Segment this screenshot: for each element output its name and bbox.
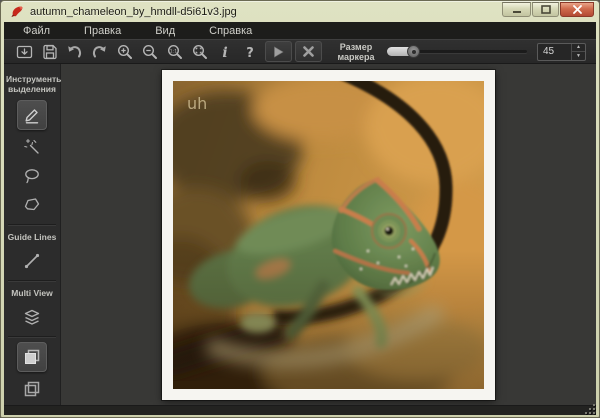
maximize-button[interactable] — [532, 2, 559, 17]
tool-line[interactable] — [19, 248, 45, 273]
marker-size-label: Размер маркера — [331, 42, 381, 62]
save-button[interactable] — [37, 40, 62, 63]
tool-sidebar: Инструменты выделения — [4, 64, 61, 405]
menu-bar: Файл Правка Вид Справка — [4, 22, 596, 39]
section-title-selection-tools: Инструменты выделения — [6, 74, 58, 94]
zoom-actual-size-icon: 1:1 — [167, 44, 183, 60]
app-icon[interactable] — [10, 4, 25, 19]
spin-up-button[interactable]: ▲ — [572, 44, 585, 53]
toolbar: 1:1 i ? Раз — [4, 39, 596, 64]
info-button[interactable]: i — [212, 40, 237, 63]
pencil-icon — [23, 106, 41, 124]
tool-lasso[interactable] — [19, 163, 45, 188]
tool-duplicate-view[interactable] — [17, 342, 47, 372]
redo-icon — [91, 44, 108, 59]
status-strip — [4, 405, 596, 415]
help-button[interactable]: ? — [237, 40, 262, 63]
zoom-in-button[interactable] — [112, 40, 137, 63]
help-icon: ? — [244, 44, 256, 60]
photo-watermark: uh — [187, 94, 207, 113]
chameleon-photo[interactable]: uh — [173, 81, 484, 389]
line-tool-icon — [23, 252, 41, 270]
section-title-guide-lines: Guide Lines — [6, 232, 58, 242]
tool-copy-view[interactable] — [19, 376, 45, 401]
slider-handle[interactable] — [407, 45, 420, 58]
zoom-in-icon — [117, 44, 133, 60]
marker-size-input[interactable] — [538, 44, 571, 60]
photo-frame: uh — [162, 70, 495, 400]
magic-wand-icon — [23, 138, 41, 156]
editor-canvas: uh — [61, 64, 596, 405]
sidebar-divider — [8, 280, 56, 282]
tool-polygon-lasso[interactable] — [19, 192, 45, 217]
menu-view[interactable]: Вид — [138, 23, 192, 39]
undo-button[interactable] — [62, 40, 87, 63]
info-icon: i — [219, 44, 231, 60]
spinner-buttons: ▲ ▼ — [571, 44, 585, 60]
content-area: Инструменты выделения — [4, 64, 596, 405]
menu-file[interactable]: Файл — [6, 23, 67, 39]
minimize-button[interactable] — [502, 2, 531, 17]
maximize-icon — [541, 5, 551, 14]
copy-view-icon — [23, 380, 41, 398]
zoom-out-icon — [142, 44, 158, 60]
minimize-icon — [512, 5, 522, 14]
marker-size-spinbox: ▲ ▼ — [537, 43, 586, 61]
spin-down-button[interactable]: ▼ — [572, 52, 585, 60]
window-controls — [502, 2, 594, 17]
section-title-multi-view: Multi View — [6, 288, 58, 298]
polygon-lasso-icon — [23, 196, 41, 214]
redo-button[interactable] — [87, 40, 112, 63]
svg-text:i: i — [222, 45, 227, 60]
lasso-icon — [23, 167, 41, 185]
sidebar-divider — [8, 224, 56, 226]
zoom-actual-size-button[interactable]: 1:1 — [162, 40, 187, 63]
undo-icon — [66, 44, 83, 59]
resize-grip-icon[interactable] — [583, 405, 595, 414]
zoom-out-button[interactable] — [137, 40, 162, 63]
close-icon — [573, 5, 582, 14]
layers-icon — [23, 309, 41, 325]
title-bar: autumn_chameleon_by_hmdll-d5i61v3.jpg — [4, 1, 596, 22]
svg-text:?: ? — [246, 46, 254, 60]
svg-text:1:1: 1:1 — [169, 48, 176, 54]
close-button[interactable] — [560, 2, 594, 17]
marker-size-slider[interactable] — [387, 41, 527, 62]
duplicate-view-icon — [23, 348, 41, 366]
cancel-button[interactable] — [295, 41, 322, 62]
tool-layers[interactable] — [19, 304, 45, 329]
zoom-fit-icon — [192, 44, 208, 60]
sidebar-divider — [8, 336, 56, 338]
tool-magic-wand[interactable] — [19, 134, 45, 159]
play-button[interactable] — [265, 41, 292, 62]
save-icon — [42, 44, 58, 60]
open-button[interactable] — [12, 40, 37, 63]
main-window: autumn_chameleon_by_hmdll-d5i61v3.jpg Фа… — [0, 0, 600, 418]
play-icon — [273, 46, 284, 58]
window-title: autumn_chameleon_by_hmdll-d5i61v3.jpg — [30, 6, 502, 18]
zoom-fit-button[interactable] — [187, 40, 212, 63]
menu-help[interactable]: Справка — [192, 23, 269, 39]
menu-edit[interactable]: Правка — [67, 23, 138, 39]
open-folder-icon — [16, 44, 33, 60]
close-x-icon — [303, 46, 314, 57]
tool-pencil-select[interactable] — [17, 100, 47, 130]
